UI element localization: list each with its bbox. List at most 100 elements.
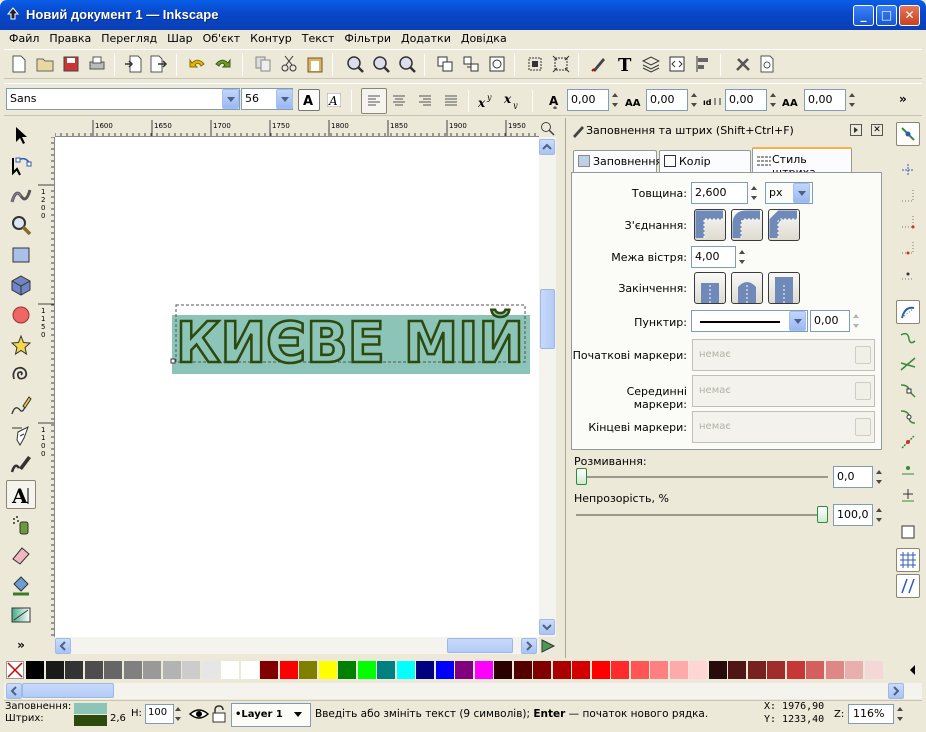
word-spacing-input[interactable]: 0,00 bbox=[725, 89, 767, 111]
font-family-dropdown[interactable] bbox=[222, 89, 239, 109]
opacity-h-input[interactable]: 100 bbox=[145, 704, 174, 724]
palette-swatch[interactable] bbox=[864, 661, 883, 679]
palette-swatch[interactable] bbox=[182, 661, 200, 679]
start-markers-dropdown[interactable] bbox=[855, 346, 871, 364]
menu-file[interactable]: Файл bbox=[4, 30, 44, 45]
undo-icon[interactable] bbox=[186, 53, 208, 75]
cut-icon[interactable] bbox=[278, 53, 300, 75]
italic-icon[interactable]: A bbox=[323, 89, 345, 111]
vertical-ruler[interactable]: 120011501100 bbox=[38, 137, 55, 637]
vertical-scrollbar[interactable] bbox=[539, 137, 556, 637]
snap-paths-icon[interactable] bbox=[896, 326, 920, 350]
palette-swatch[interactable] bbox=[630, 661, 649, 679]
title-bar[interactable]: Новий документ 1 — Inkscape _ □ ✕ bbox=[0, 0, 926, 30]
palette-swatch[interactable] bbox=[377, 661, 395, 679]
font-size-dropdown[interactable] bbox=[276, 89, 293, 109]
rectangle-tool-icon[interactable] bbox=[6, 240, 36, 269]
menu-path[interactable]: Контур bbox=[245, 30, 297, 45]
paint-bucket-tool-icon[interactable] bbox=[6, 570, 36, 599]
palette-swatch[interactable] bbox=[806, 661, 824, 679]
palette-swatch[interactable] bbox=[221, 661, 239, 679]
text-baseline-handle[interactable] bbox=[170, 358, 176, 364]
object-to-path-icon[interactable] bbox=[486, 53, 508, 75]
snap-bbox-center-icon[interactable] bbox=[896, 262, 920, 286]
palette-scroll-thumb[interactable] bbox=[22, 683, 114, 698]
tab-stroke-style[interactable]: Стиль штриха bbox=[752, 147, 852, 179]
zoom-input[interactable]: 116% bbox=[848, 704, 894, 724]
group-icon[interactable] bbox=[434, 53, 456, 75]
print-icon[interactable] bbox=[86, 53, 108, 75]
snap-page-border-icon[interactable] bbox=[896, 520, 920, 544]
palette-swatch[interactable] bbox=[786, 661, 805, 679]
export-icon[interactable] bbox=[148, 53, 170, 75]
cap-square-button[interactable] bbox=[768, 272, 800, 304]
menu-layer[interactable]: Шар bbox=[162, 30, 198, 45]
align-left-icon[interactable] bbox=[361, 88, 387, 114]
pencil-tool-icon[interactable] bbox=[6, 390, 36, 419]
letter-spacing-input[interactable]: 0,00 bbox=[646, 89, 688, 111]
menu-extensions[interactable]: Додатки bbox=[396, 30, 456, 45]
tab-stroke-paint[interactable]: Колір штриха bbox=[659, 150, 751, 181]
calligraphy-tool-icon[interactable] bbox=[6, 450, 36, 479]
layer-visibility-eye-icon[interactable] bbox=[188, 705, 210, 723]
palette-swatch[interactable] bbox=[201, 661, 220, 679]
layers-icon[interactable] bbox=[640, 53, 662, 75]
palette-swatch[interactable] bbox=[240, 661, 259, 679]
zoom-tool-icon[interactable] bbox=[6, 210, 36, 239]
palette-swatch[interactable] bbox=[845, 661, 863, 679]
opacity-spinner[interactable] bbox=[873, 504, 885, 526]
palette-swatch[interactable] bbox=[494, 661, 512, 679]
stroke-color-swatch[interactable] bbox=[74, 715, 107, 726]
palette-swatch[interactable] bbox=[416, 661, 434, 679]
bezier-pen-tool-icon[interactable] bbox=[6, 420, 36, 449]
join-bevel-button[interactable] bbox=[768, 209, 800, 241]
zoom-spinner[interactable] bbox=[894, 703, 906, 725]
vertical-scroll-thumb[interactable] bbox=[540, 289, 555, 349]
mid-markers-dropdown[interactable] bbox=[855, 382, 871, 400]
palette-swatch[interactable] bbox=[123, 661, 142, 679]
kerning-spinner[interactable] bbox=[846, 89, 858, 111]
palette-swatch[interactable] bbox=[513, 661, 532, 679]
palette-swatch[interactable] bbox=[708, 661, 727, 679]
opacity-h-spinner[interactable] bbox=[172, 703, 184, 725]
save-icon[interactable] bbox=[60, 53, 82, 75]
palette-swatch[interactable] bbox=[767, 661, 785, 679]
join-round-button[interactable] bbox=[731, 209, 763, 241]
palette-swatch[interactable] bbox=[435, 661, 454, 679]
ellipse-tool-icon[interactable] bbox=[6, 300, 36, 329]
opacity-input[interactable]: 100,0 bbox=[833, 504, 873, 526]
bold-icon[interactable]: A bbox=[298, 89, 320, 111]
spray-tool-icon[interactable] bbox=[6, 510, 36, 539]
no-paint-swatch-icon[interactable] bbox=[6, 661, 24, 679]
star-tool-icon[interactable] bbox=[6, 330, 36, 359]
gradient-tool-icon[interactable] bbox=[6, 600, 36, 629]
redo-icon[interactable] bbox=[212, 53, 234, 75]
canvas-text-object[interactable]: КИЄВЕ МІЙ bbox=[175, 309, 526, 378]
dialog-close-icon[interactable]: ✕ bbox=[871, 124, 883, 136]
menu-edit[interactable]: Правка bbox=[44, 30, 96, 45]
import-icon[interactable] bbox=[122, 53, 144, 75]
fill-color-swatch[interactable] bbox=[74, 703, 107, 714]
zoom-drawing-icon[interactable] bbox=[370, 53, 392, 75]
palette-swatch[interactable] bbox=[533, 661, 551, 679]
scroll-down-icon[interactable] bbox=[539, 619, 555, 635]
palette-scroll-right-icon[interactable] bbox=[888, 683, 904, 699]
palette-swatch[interactable] bbox=[104, 661, 122, 679]
layer-lock-icon[interactable] bbox=[211, 705, 227, 723]
snap-object-center-icon[interactable] bbox=[896, 456, 920, 480]
stroke-width-indicator[interactable]: 2,6 bbox=[110, 713, 126, 724]
node-tool-icon[interactable] bbox=[6, 150, 36, 179]
dialog-title-bar[interactable]: Заповнення та штрих (Shift+Ctrl+F) ✕ bbox=[568, 121, 886, 141]
palette-swatch[interactable] bbox=[84, 661, 103, 679]
blur-input[interactable]: 0,0 bbox=[833, 466, 873, 488]
paste-icon[interactable] bbox=[304, 53, 326, 75]
superscript-icon[interactable]: xy bbox=[476, 90, 498, 112]
palette-swatch[interactable] bbox=[338, 661, 356, 679]
snap-guides-icon[interactable] bbox=[896, 574, 920, 598]
palette-swatch[interactable] bbox=[747, 661, 766, 679]
tweak-tool-icon[interactable] bbox=[6, 180, 36, 209]
palette-swatch[interactable] bbox=[279, 661, 298, 679]
opacity-slider-thumb[interactable] bbox=[817, 506, 828, 523]
start-markers-combo[interactable]: немає bbox=[692, 339, 875, 371]
palette-scroll-left-icon[interactable] bbox=[6, 683, 22, 699]
